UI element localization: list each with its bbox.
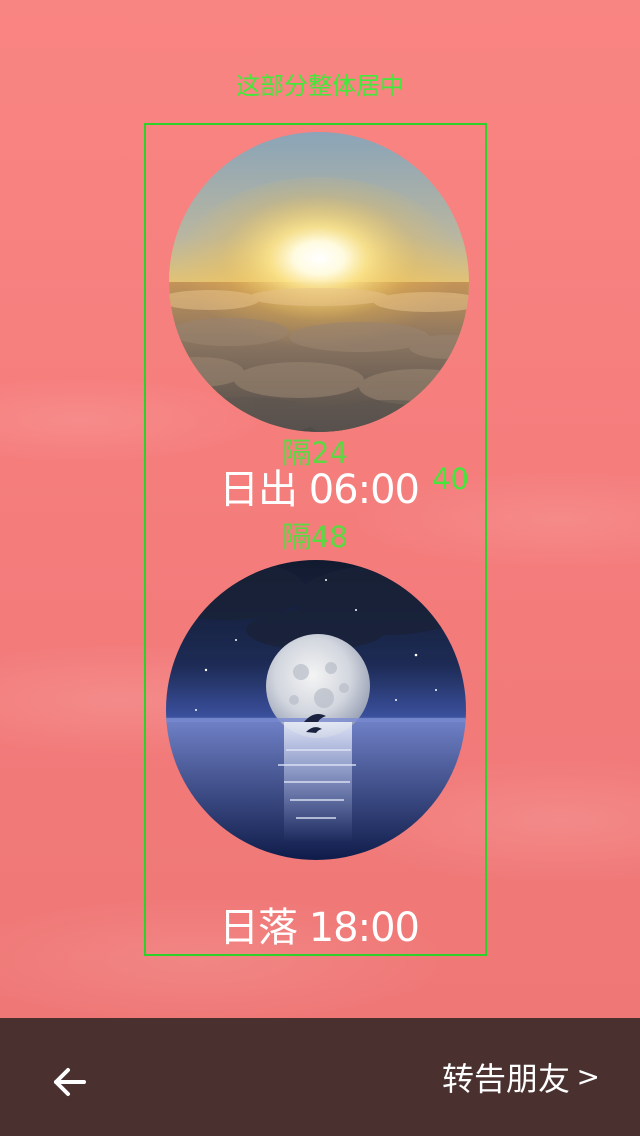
sunset-time: 日落 18:00 [219, 905, 420, 951]
sunset-image [166, 560, 466, 860]
sunrise-time: 日出 06:00 [219, 467, 420, 513]
share-with-friends-button[interactable]: 转告朋友 [442, 1054, 570, 1100]
chevron-right-icon: > [576, 1060, 600, 1093]
annotation-gap-48: 隔48 [282, 520, 348, 554]
bottom-action-bar: 转告朋友 > [0, 1018, 640, 1136]
back-button[interactable] [46, 1062, 96, 1102]
back-arrow-icon [54, 1068, 86, 1096]
annotation-center-note: 这部分整体居中 [236, 72, 404, 100]
sunrise-image [169, 132, 469, 432]
annotation-font-size: 40 [432, 462, 469, 496]
